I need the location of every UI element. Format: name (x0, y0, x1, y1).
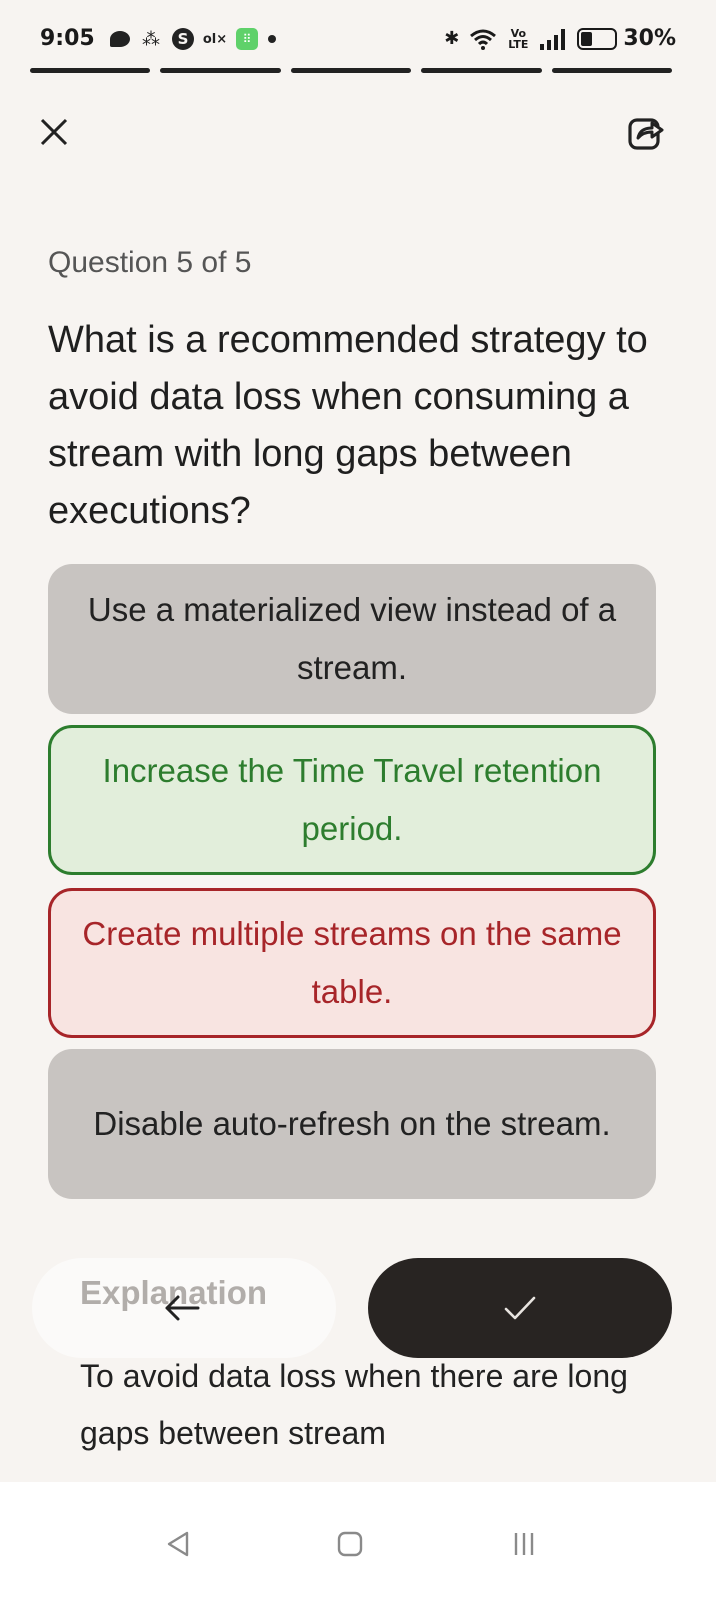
explanation-text: To avoid data loss when there are long g… (80, 1358, 628, 1451)
battery-fill (581, 31, 593, 46)
dot-icon (268, 35, 276, 43)
recents-icon (514, 1533, 534, 1555)
share-icon (628, 118, 664, 150)
checkmark-icon (504, 1296, 536, 1320)
answer-option-3[interactable]: Create multiple streams on the same tabl… (48, 888, 656, 1038)
status-time: 9:05 (40, 26, 95, 51)
answer-option-4[interactable]: Disable auto-refresh on the stream. (48, 1049, 656, 1199)
answer-option-label: Create multiple streams on the same tabl… (82, 915, 622, 1010)
bluetooth-icon: ✱ (444, 28, 460, 49)
system-icons: ✱ Vo LTE 30% (444, 26, 676, 51)
message-icon (110, 31, 130, 47)
triangle-back-icon (167, 1531, 189, 1557)
battery-percent: 30% (623, 26, 676, 51)
progress-segment (421, 68, 542, 73)
answer-option-1[interactable]: Use a materialized view instead of a str… (48, 564, 656, 714)
confirm-button[interactable] (368, 1258, 672, 1358)
answer-option-label: Increase the Time Travel retention perio… (102, 752, 602, 847)
battery-shell (577, 27, 618, 50)
answer-option-label: Disable auto-refresh on the stream. (93, 1105, 611, 1142)
nav-recents-button[interactable] (504, 1524, 544, 1564)
volte-icon: Vo LTE (508, 26, 529, 51)
square-home-icon (337, 1531, 363, 1557)
nav-back-button[interactable] (158, 1524, 198, 1564)
nav-home-button[interactable] (330, 1524, 370, 1564)
close-icon (40, 118, 68, 146)
battery-icon: 30% (577, 26, 676, 51)
progress-segment (551, 68, 673, 73)
wifi-icon (470, 29, 497, 50)
progress-segment (160, 68, 281, 73)
signal-icon (540, 28, 566, 50)
answer-option-label: Use a materialized view instead of a str… (87, 591, 617, 686)
app-s-icon: S (172, 28, 194, 50)
system-navigation-bar (0, 1482, 716, 1600)
progress-segment (290, 68, 412, 73)
back-arrow-button[interactable] (162, 1288, 202, 1328)
question-counter: Question 5 of 5 (48, 246, 252, 279)
quiz-progress (30, 68, 673, 74)
share-button[interactable] (624, 110, 668, 154)
green-app-icon: ⠿ (236, 28, 258, 50)
olx-icon: ol× (202, 31, 228, 47)
status-bar: 9:05 ⁂ S ol× ⠿ ✱ Vo LTE 30% (0, 0, 716, 70)
answer-option-2[interactable]: Increase the Time Travel retention perio… (48, 725, 656, 875)
question-text: What is a recommended strategy to avoid … (48, 319, 648, 532)
close-button[interactable] (34, 112, 74, 152)
arrow-left-icon (165, 1295, 200, 1321)
notification-icons: ⁂ S ol× ⠿ (110, 28, 276, 50)
people-icon: ⁂ (142, 28, 160, 50)
progress-segment (30, 68, 151, 73)
